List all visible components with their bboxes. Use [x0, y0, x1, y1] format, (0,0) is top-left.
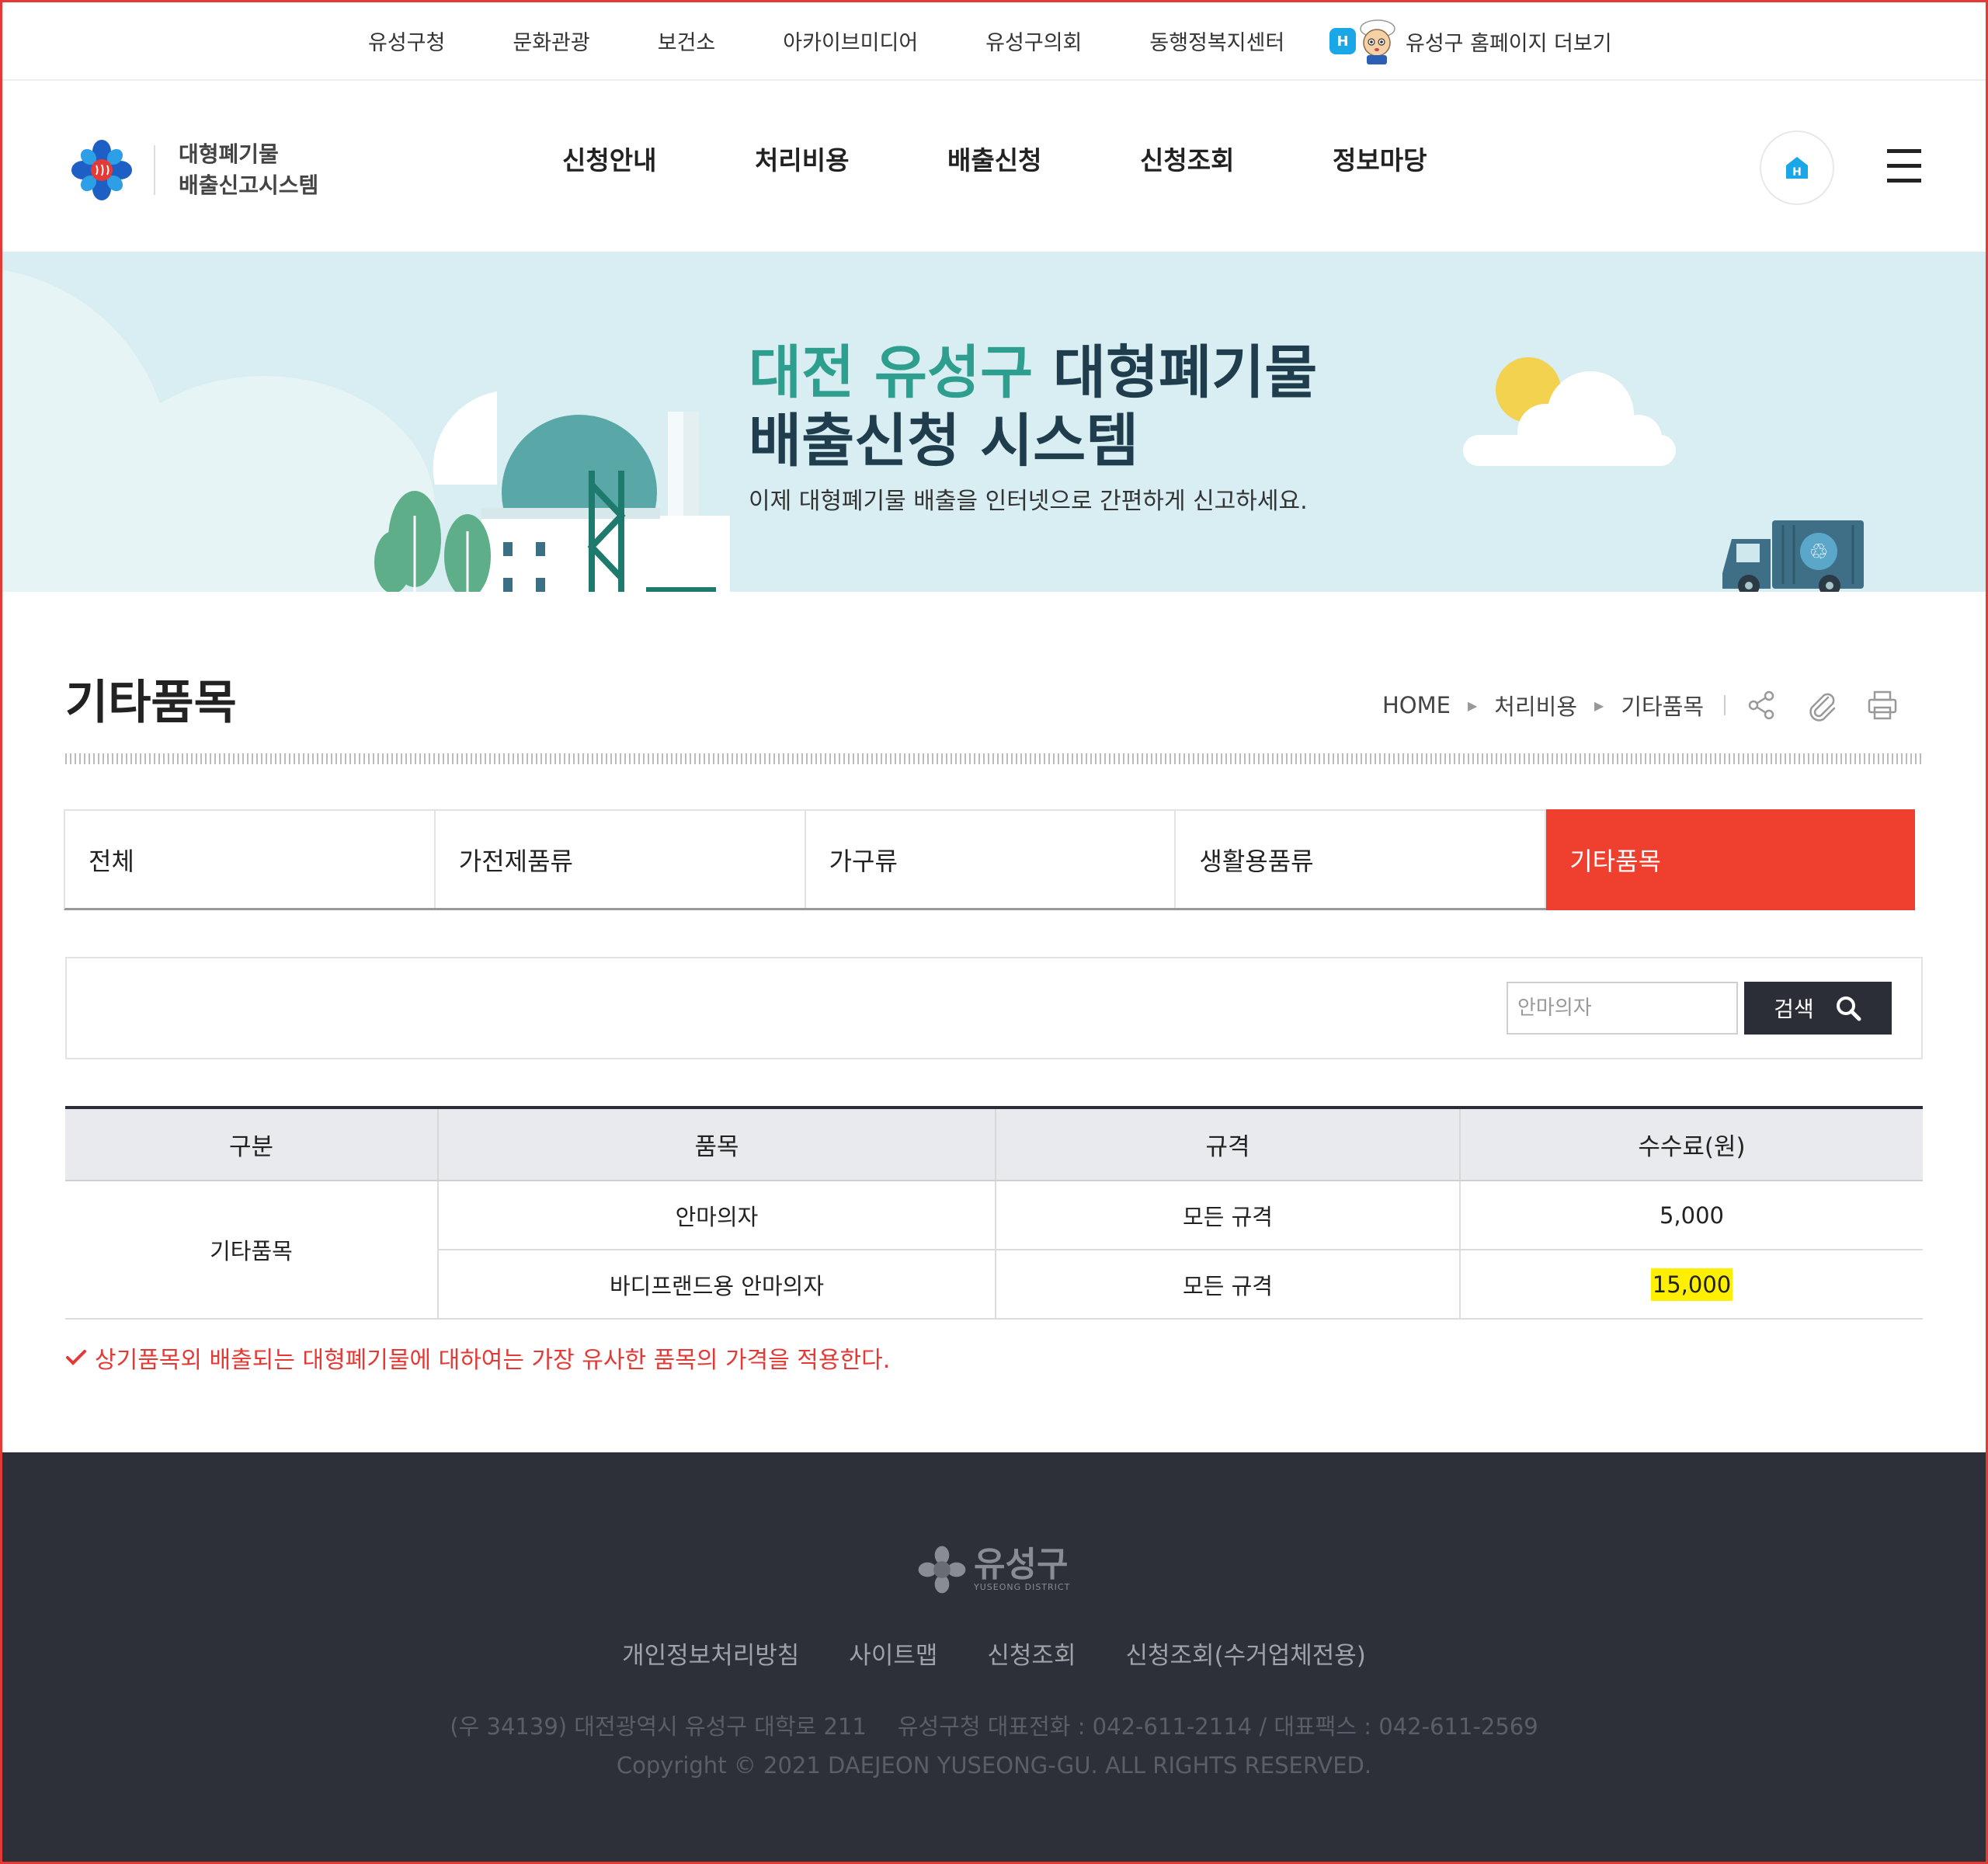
svg-text:♲: ♲ — [1809, 539, 1828, 565]
table-header-row: 구분 품목 규격 수수료(원) — [65, 1108, 1923, 1181]
search-button[interactable]: 검색 — [1744, 982, 1892, 1035]
spec-cell: 모든 규격 — [996, 1181, 1461, 1250]
tab-furniture[interactable]: 가구류 — [805, 811, 1176, 908]
fee-table: 구분 품목 규격 수수료(원) 기타품목 안마의자 모든 규격 5,000 바디… — [65, 1106, 1923, 1320]
footer-address-text: (우 34139) 대전광역시 유성구 대학로 211 — [450, 1713, 867, 1740]
checkmark-icon — [66, 1350, 86, 1365]
item-cell: 바디프랜드용 안마의자 — [438, 1250, 996, 1320]
fee-cell: 5,000 — [1460, 1181, 1923, 1250]
utility-link-archive-media[interactable]: 아카이브미디어 — [783, 26, 918, 56]
hamburger-line — [1887, 149, 1921, 153]
utility-link-council[interactable]: 유성구의회 — [985, 26, 1082, 56]
nav-application-guide[interactable]: 신청안내 — [562, 140, 755, 177]
print-icon[interactable] — [1865, 688, 1899, 722]
utility-link-culture-tour[interactable]: 문화관광 — [513, 26, 589, 56]
banner-title-waste: 대형폐기물 — [1052, 339, 1318, 406]
breadcrumb: HOME ▶ 처리비용 ▶ 기타품목 — [1382, 688, 1926, 722]
more-homepages-label: 유성구 홈페이지 더보기 — [1406, 31, 1612, 56]
search-icon — [1836, 996, 1861, 1021]
breadcrumb-processing-cost[interactable]: 처리비용 — [1494, 689, 1577, 722]
main-nav: 신청안내 처리비용 배출신청 신청조회 정보마당 — [562, 140, 1525, 177]
tab-other-items[interactable]: 기타품목 — [1546, 809, 1915, 910]
home-icon: H — [1786, 157, 1808, 179]
fee-highlight: 15,000 — [1650, 1268, 1733, 1301]
site-logo[interactable]: 대형폐기물 배출신고시스템 — [67, 135, 318, 205]
search-panel: 검색 — [65, 957, 1923, 1059]
table-row: 기타품목 안마의자 모든 규격 5,000 — [65, 1181, 1923, 1320]
h-badge-icon: H — [1329, 28, 1356, 54]
nav-disposal-application[interactable]: 배출신청 — [947, 140, 1140, 177]
search-button-label: 검색 — [1774, 996, 1814, 1022]
footer-phone-text: 유성구청 대표전화 : 042-611-2114 / 대표팩스 : 042-61… — [897, 1713, 1538, 1740]
banner-title: 대전 유성구 대형폐기물 배출신청 시스템 — [749, 339, 1317, 475]
nav-info-board[interactable]: 정보마당 — [1333, 140, 1525, 177]
footer-logo: 유성구 YUSEONG DISTRICT — [915, 1542, 1070, 1597]
home-button[interactable]: H — [1760, 130, 1834, 205]
header-category: 구분 — [65, 1108, 439, 1181]
share-icon[interactable] — [1744, 688, 1778, 722]
utility-link-yuseong-office[interactable]: 유성구청 — [368, 26, 445, 56]
breadcrumb-arrow-icon: ▶ — [1594, 697, 1604, 713]
footer-link-sitemap[interactable]: 사이트맵 — [849, 1636, 937, 1671]
breadcrumb-current: 기타품목 — [1621, 694, 1705, 720]
footer-emblem-icon — [918, 1546, 966, 1594]
footer-address: (우 34139) 대전광역시 유성구 대학로 211 유성구청 대표전화 : 0… — [0, 1709, 1988, 1741]
site-header: 대형폐기물 배출신고시스템 신청안내 처리비용 배출신청 신청조회 정보마당 H — [0, 81, 1988, 252]
yuseong-emblem-icon — [71, 140, 132, 200]
nav-processing-cost[interactable]: 처리비용 — [755, 140, 947, 177]
fee-cell: 15,000 — [1460, 1250, 1923, 1320]
price-note-text: 상기품목외 배출되는 대형폐기물에 대하여는 가장 유사한 품목의 가격을 적용… — [95, 1347, 891, 1374]
tab-household-goods[interactable]: 생활용품류 — [1176, 811, 1547, 908]
hamburger-line — [1887, 164, 1921, 168]
search-input[interactable] — [1507, 982, 1738, 1035]
tab-appliances[interactable]: 가전제품류 — [435, 811, 806, 908]
banner-subtitle: 이제 대형폐기물 배출을 인터넷으로 간편하게 신고하세요. — [749, 488, 1308, 515]
breadcrumb-arrow-icon: ▶ — [1467, 697, 1478, 713]
category-cell: 기타품목 — [65, 1181, 439, 1320]
tab-all[interactable]: 전체 — [65, 811, 436, 908]
price-note: 상기품목외 배출되는 대형폐기물에 대하여는 가장 유사한 품목의 가격을 적용… — [65, 1341, 890, 1375]
footer-logo-en: YUSEONG DISTRICT — [974, 1581, 1071, 1592]
hero-banner: ♲ 대전 유성구 대형폐기물 배출신청 시스템 이제 대형폐기물 배출을 인터넷… — [0, 252, 1988, 592]
hamburger-line — [1887, 179, 1921, 183]
footer-links: 개인정보처리방침 사이트맵 신청조회 신청조회(수거업체전용) — [0, 1636, 1988, 1671]
spec-cell: 모든 규격 — [996, 1250, 1461, 1320]
page-title: 기타품목 — [65, 676, 237, 730]
footer-copyright: Copyright © 2021 DAEJEON YUSEONG-GU. ALL… — [616, 1752, 1372, 1779]
header-spec: 규격 — [996, 1108, 1461, 1181]
breadcrumb-divider — [1724, 695, 1726, 715]
breadcrumb-home[interactable]: HOME — [1382, 692, 1451, 718]
footer-link-privacy[interactable]: 개인정보처리방침 — [622, 1636, 799, 1671]
banner-title-region: 대전 유성구 — [749, 339, 1034, 406]
hamburger-menu-button[interactable] — [1887, 149, 1924, 183]
logo-line1: 대형폐기물 — [179, 141, 279, 167]
utility-links: 유성구청 문화관광 보건소 아카이브미디어 유성구의회 동행정복지센터 — [368, 0, 1352, 81]
site-footer: 유성구 YUSEONG DISTRICT 개인정보처리방침 사이트맵 신청조회 … — [0, 1452, 1988, 1864]
logo-text: 대형폐기물 배출신고시스템 — [179, 139, 318, 201]
mascot-icon — [1360, 19, 1395, 64]
category-tabs: 전체 가전제품류 가구류 생활용품류 기타품목 — [64, 809, 1915, 910]
logo-line2: 배출신고시스템 — [179, 172, 319, 198]
more-homepages-link[interactable]: H 유성구 홈페이지 더보기 — [1329, 19, 1612, 64]
utility-bar: 유성구청 문화관광 보건소 아카이브미디어 유성구의회 동행정복지센터 H 유성… — [0, 0, 1988, 81]
utility-link-health-center[interactable]: 보건소 — [658, 26, 716, 56]
banner-title-system: 배출신청 시스템 — [749, 408, 1139, 475]
header-item: 품목 — [438, 1108, 996, 1181]
footer-link-lookup-collector[interactable]: 신청조회(수거업체전용) — [1125, 1636, 1365, 1671]
title-divider — [65, 753, 1921, 764]
utility-link-community-center[interactable]: 동행정복지센터 — [1149, 26, 1284, 56]
header-fee: 수수료(원) — [1460, 1108, 1923, 1181]
footer-logo-name: 유성구 — [974, 1544, 1069, 1584]
footer-link-lookup[interactable]: 신청조회 — [987, 1636, 1076, 1671]
svg-text:H: H — [1792, 166, 1802, 179]
logo-divider — [154, 145, 155, 195]
paperclip-icon[interactable] — [1805, 688, 1839, 722]
nav-application-lookup[interactable]: 신청조회 — [1140, 140, 1333, 177]
item-cell: 안마의자 — [438, 1181, 996, 1250]
